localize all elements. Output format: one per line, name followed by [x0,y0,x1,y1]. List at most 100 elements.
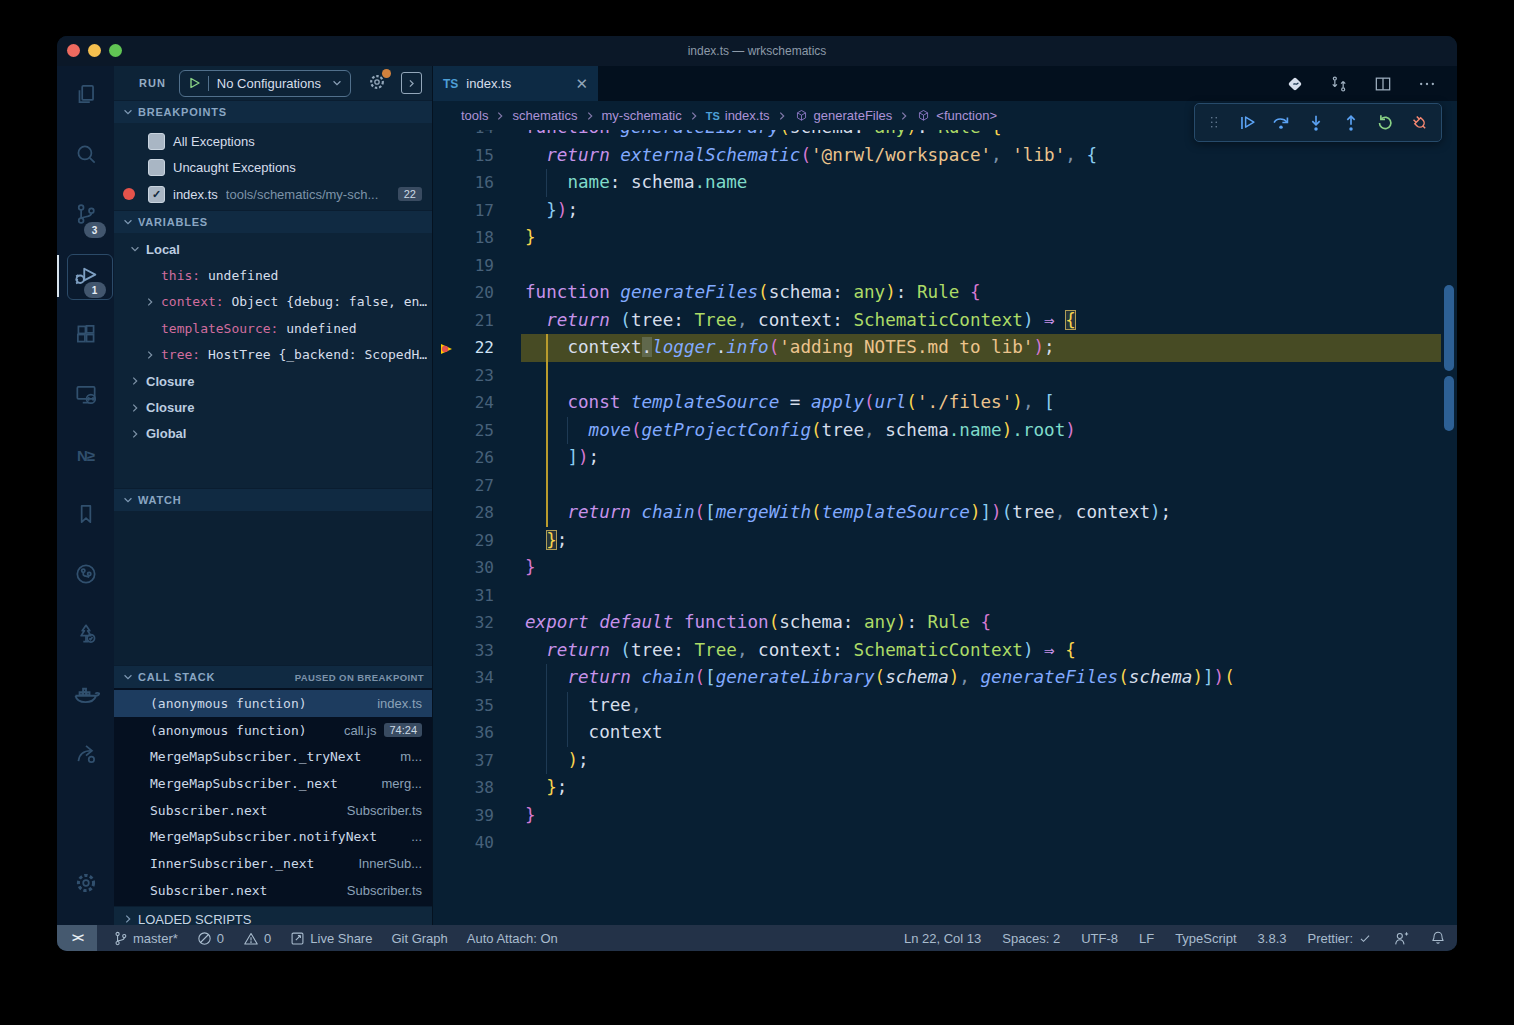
close-window-button[interactable] [67,44,80,57]
code-line[interactable]: 21 return (tree: Tree, context: Schemati… [433,307,1457,335]
line-number[interactable]: 32 [433,609,494,637]
code-line[interactable]: 30} [433,554,1457,582]
activity-git-graph[interactable] [62,546,110,606]
code-line[interactable]: 18} [433,224,1457,252]
code-line[interactable]: 17 }); [433,197,1457,225]
call-stack-frame[interactable]: Subscriber.nextSubscriber.ts [114,797,432,824]
variable-row[interactable]: tree: HostTree {_backend: ScopedH… [114,342,432,368]
debug-console-button[interactable] [401,72,422,94]
activity-settings[interactable] [62,855,110,915]
line-number[interactable]: 25 [433,417,494,445]
code-line[interactable]: 22 context.logger.info('adding NOTES.md … [433,334,1457,362]
line-number[interactable]: 21 [433,307,494,335]
breadcrumb-item[interactable]: <function> [916,108,997,123]
minimize-window-button[interactable] [88,44,101,57]
activity-extensions[interactable] [62,306,110,366]
call-stack-frame[interactable]: MergeMapSubscriber.notifyNext... [114,823,432,850]
configuration-dropdown[interactable]: No Configurations [179,70,352,97]
activity-remote[interactable] [62,366,110,426]
status-spaces-2[interactable]: Spaces: 2 [1002,931,1060,946]
activity-run-debug[interactable]: 1 [62,246,110,306]
line-number[interactable]: 17 [433,197,494,225]
continue-icon[interactable] [1236,112,1258,134]
line-number[interactable]: 33 [433,637,494,665]
more-icon[interactable] [1417,74,1437,94]
restart-icon[interactable] [1374,112,1396,134]
breadcrumb-item[interactable]: TSindex.ts [706,108,770,123]
call-stack-frame[interactable]: (anonymous function)index.ts [114,690,432,717]
bell-status[interactable] [1431,930,1445,946]
code-line[interactable]: 27 [433,472,1457,500]
step-into-icon[interactable] [1305,112,1327,134]
line-number[interactable]: 28 [433,499,494,527]
variable-row[interactable]: Global [114,421,432,447]
activity-search[interactable] [62,126,110,186]
activity-test[interactable] [62,606,110,666]
checkbox[interactable] [148,159,165,176]
remote-indicator[interactable]: >< [57,925,97,951]
status-ln-22-col-13[interactable]: Ln 22, Col 13 [904,931,981,946]
status-prettier-[interactable]: Prettier: [1307,931,1372,946]
code-line[interactable]: 25 move(getProjectConfig(tree, schema.na… [433,417,1457,445]
variable-row[interactable]: Closure [114,368,432,394]
line-number[interactable]: 18 [433,224,494,252]
call-stack-frame[interactable]: MergeMapSubscriber._tryNextm... [114,743,432,770]
code-line[interactable]: 32export default function(schema: any): … [433,609,1457,637]
variable-row[interactable]: context: Object {debug: false, en… [114,289,432,315]
line-number[interactable]: 38 [433,774,494,802]
variables-header[interactable]: VARIABLES [114,210,432,233]
line-number[interactable]: 16 [433,169,494,197]
line-number[interactable]: 36 [433,719,494,747]
status-git-graph[interactable]: Git Graph [391,931,447,946]
debug-settings[interactable] [367,72,387,95]
code-line[interactable]: 15 return externalSchematic('@nrwl/works… [433,142,1457,170]
code-line[interactable]: 24 const templateSource = apply(url('./f… [433,389,1457,417]
line-number[interactable]: 30 [433,554,494,582]
call-stack-header[interactable]: CALL STACK PAUSED ON BREAKPOINT [114,665,432,688]
zoom-window-button[interactable] [109,44,122,57]
feedback-status[interactable] [1393,931,1410,946]
variable-row[interactable]: this: undefined [114,262,432,288]
call-stack-frame[interactable]: InnerSubscriber._nextInnerSub... [114,850,432,877]
breadcrumb-item[interactable]: schematics [512,108,577,123]
status-3-8-3[interactable]: 3.8.3 [1258,931,1287,946]
step-over-icon[interactable] [1270,112,1292,134]
breadcrumb-item[interactable]: tools [461,108,488,123]
variable-row[interactable]: templateSource: undefined [114,315,432,341]
code-line[interactable]: 20function generateFiles(schema: any): R… [433,279,1457,307]
activity-nx-console[interactable]: N≥ [62,426,110,486]
status-0[interactable]: 0 [243,931,271,946]
line-number[interactable]: 35 [433,692,494,720]
breadcrumb-item[interactable]: my-schematic [602,108,682,123]
line-number[interactable]: 15 [433,142,494,170]
status-master-[interactable]: master* [113,930,178,947]
watch-header[interactable]: WATCH [114,488,432,511]
line-number[interactable]: 40 [433,829,494,857]
checkbox[interactable]: ✓ [148,186,165,203]
code-line[interactable]: 36 context [433,719,1457,747]
call-stack-frame[interactable]: Subscriber.nextSubscriber.ts [114,877,432,904]
variable-row[interactable]: Local [114,236,432,262]
breakpoint-item[interactable]: Uncaught Exceptions [114,155,432,182]
code-line[interactable]: 26 ]); [433,444,1457,472]
start-debug-icon[interactable] [187,76,201,90]
variable-row[interactable]: Closure [114,394,432,420]
line-number[interactable]: 19 [433,252,494,280]
title-bar[interactable]: index.ts — wrkschematics [57,36,1457,66]
activity-bookmarks[interactable] [62,486,110,546]
code-line[interactable]: 16 name: schema.name [433,169,1457,197]
line-number[interactable]: 24 [433,389,494,417]
line-number[interactable]: 31 [433,582,494,610]
split-icon[interactable] [1373,74,1393,94]
code-line[interactable]: 33 return (tree: Tree, context: Schemati… [433,637,1457,665]
close-tab-icon[interactable]: ✕ [575,75,588,93]
line-number[interactable]: 39 [433,802,494,830]
activity-share[interactable] [62,726,110,786]
status-auto-attach-on[interactable]: Auto Attach: On [467,931,558,946]
step-out-icon[interactable] [1340,112,1362,134]
breadcrumb-item[interactable]: generateFiles [794,108,893,123]
code-line[interactable]: 39} [433,802,1457,830]
code-line[interactable]: 19 [433,252,1457,280]
line-number[interactable]: 14 [433,130,494,142]
status-lf[interactable]: LF [1139,931,1154,946]
